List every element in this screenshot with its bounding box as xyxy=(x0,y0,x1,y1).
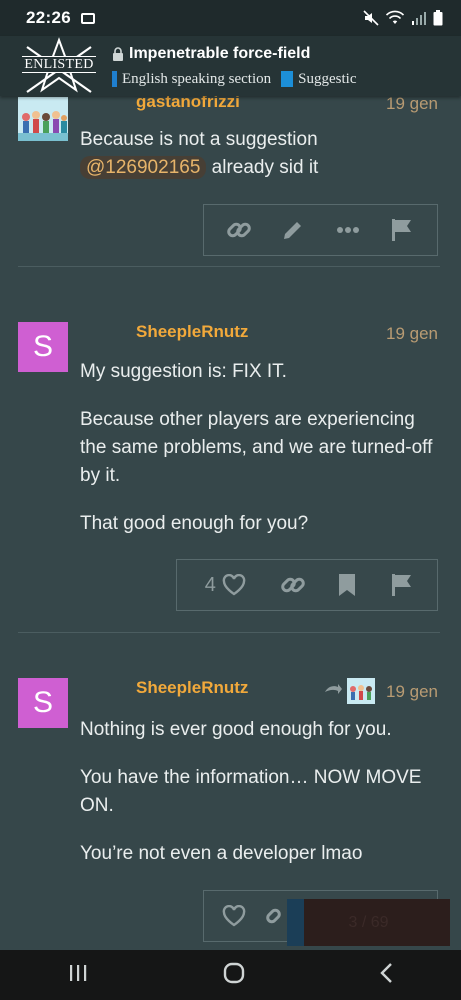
progress-edge xyxy=(287,899,304,946)
post-date[interactable]: 19 gen xyxy=(386,94,438,114)
more-button[interactable] xyxy=(326,212,370,248)
recents-button[interactable] xyxy=(67,963,89,988)
like-button[interactable]: 4 xyxy=(190,567,260,603)
post-actions xyxy=(203,204,438,256)
post-paragraph: Because is not a suggestion @126902165 a… xyxy=(80,126,440,182)
edit-button[interactable] xyxy=(271,212,315,248)
post-text: Because is not a suggestion xyxy=(80,129,318,150)
post-date[interactable]: 19 gen xyxy=(386,324,438,344)
flag-button[interactable] xyxy=(380,567,424,603)
system-nav-bar xyxy=(0,950,461,1000)
topic-progress-indicator[interactable]: 3 / 69 xyxy=(287,899,450,946)
post-text: already sid it xyxy=(211,157,319,178)
category-label: Suggestic xyxy=(298,70,357,87)
flag-button[interactable] xyxy=(380,212,424,248)
post-username[interactable]: SheepleRnutz xyxy=(136,678,248,698)
post-actions: 4 xyxy=(176,559,438,611)
bookmark-icon xyxy=(339,574,356,596)
flag-icon xyxy=(391,574,411,596)
header-info: Impenetrable force-field English speakin… xyxy=(112,45,357,88)
category-english-speaking[interactable]: English speaking section xyxy=(112,71,271,88)
like-count: 4 xyxy=(204,573,216,596)
like-button[interactable] xyxy=(212,898,256,934)
post-date[interactable]: 19 gen xyxy=(386,682,438,702)
post-username[interactable]: SheepleRnutz xyxy=(136,322,248,342)
site-logo[interactable]: ENLISTED xyxy=(22,37,96,95)
home-button[interactable] xyxy=(222,961,246,990)
user-avatar[interactable]: S xyxy=(18,322,68,372)
post-paragraph: You’re not even a developer lmao xyxy=(80,843,363,864)
pencil-icon xyxy=(284,222,302,239)
topic-title: Impenetrable force-field xyxy=(129,44,311,62)
link-icon xyxy=(227,222,251,238)
heart-icon xyxy=(222,574,246,596)
topic-header: ENLISTED Impenetrable force-field Englis… xyxy=(0,36,461,96)
category-label: English speaking section xyxy=(122,70,272,87)
post-body: Because is not a suggestion @126902165 a… xyxy=(80,126,440,182)
link-button[interactable] xyxy=(217,212,261,248)
post-paragraph: Because other players are experiencing t… xyxy=(80,409,433,486)
post-body: Nothing is ever good enough for you. You… xyxy=(80,716,440,888)
back-button[interactable] xyxy=(379,962,395,989)
logo-wordmark: ENLISTED xyxy=(22,56,96,73)
lock-icon xyxy=(113,46,123,61)
user-avatar[interactable]: S xyxy=(18,678,68,728)
progress-text: 3 / 69 xyxy=(348,913,389,931)
topic-title-row[interactable]: Impenetrable force-field xyxy=(112,45,357,63)
category-breadcrumbs: English speaking section Suggestic xyxy=(112,71,357,88)
avatar-group-photo xyxy=(18,97,68,141)
reply-arrow-icon xyxy=(325,684,342,694)
post-divider xyxy=(18,632,440,633)
category-color-swatch xyxy=(112,71,117,87)
reply-avatar-icon xyxy=(347,678,375,704)
reply-to-indicator[interactable] xyxy=(323,678,375,704)
flag-icon xyxy=(391,219,411,241)
post-paragraph: You have the information… NOW MOVE ON. xyxy=(80,767,422,816)
link-button[interactable] xyxy=(271,567,315,603)
bookmark-button[interactable] xyxy=(325,567,369,603)
more-icon xyxy=(336,227,359,233)
post-body: My suggestion is: FIX IT. Because other … xyxy=(80,358,440,558)
category-suggestions[interactable]: Suggestic xyxy=(281,70,357,88)
category-color-swatch xyxy=(281,71,294,87)
post-paragraph: That good enough for you? xyxy=(80,513,309,534)
home-icon xyxy=(223,962,244,983)
heart-icon xyxy=(222,905,246,927)
user-mention[interactable]: @126902165 xyxy=(80,156,207,179)
link-icon xyxy=(280,577,305,593)
post-paragraph: My suggestion is: FIX IT. xyxy=(80,361,287,382)
user-avatar[interactable] xyxy=(18,97,68,141)
post-paragraph: Nothing is ever good enough for you. xyxy=(80,719,392,740)
back-icon xyxy=(379,962,392,983)
post-divider xyxy=(18,266,440,267)
recents-icon xyxy=(69,964,86,981)
